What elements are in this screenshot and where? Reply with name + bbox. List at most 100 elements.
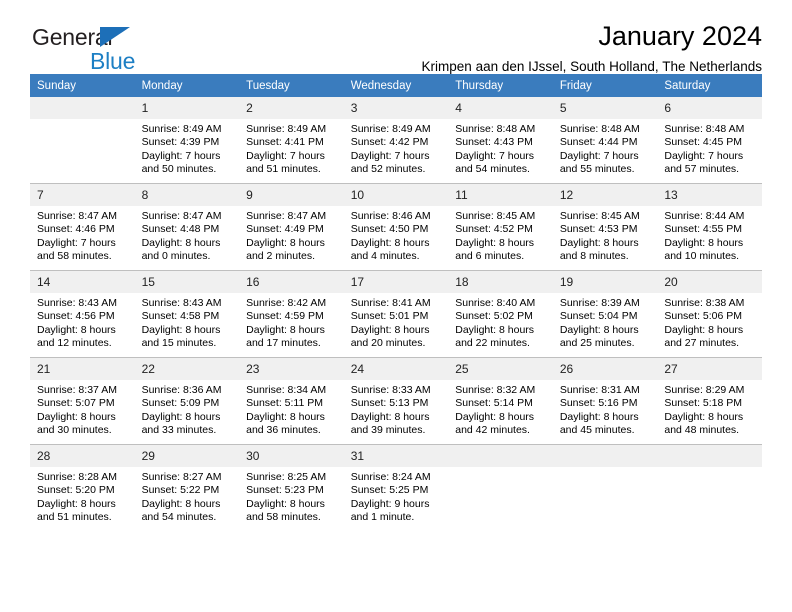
day-number: 7	[30, 184, 135, 206]
day-number	[448, 445, 553, 467]
day-sunset-text: Sunset: 4:39 PM	[141, 136, 220, 149]
page-title: January 2024	[598, 21, 762, 51]
day-daylight2-text: and 6 minutes.	[455, 250, 525, 263]
calendar-day-cell-empty	[30, 97, 135, 184]
day-daylight1-text: Daylight: 7 hours	[559, 149, 639, 162]
day-number: 5	[552, 97, 658, 119]
day-sun-info: Sunrise: 8:48 AM Sunset: 4:44 PM Daylight:…	[553, 119, 658, 177]
day-daylight2-text: and 52 minutes.	[350, 163, 426, 176]
calendar-day-cell[interactable]: 14 Sunrise: 8:43 AM Sunset: 4:56 PM Dayligh…	[30, 270, 135, 358]
calendar-day-cell[interactable]: 28 Sunrise: 8:28 AM Sunset: 5:20 PM Dayligh…	[30, 444, 135, 531]
calendar-day-cell[interactable]: 8 Sunrise: 8:47 AM Sunset: 4:48 PM Daylight…	[134, 183, 240, 271]
day-cell-content: 6 Sunrise: 8:48 AM Sunset: 4:45 PM Daylight…	[657, 97, 762, 183]
day-sunset-text: Sunset: 5:20 PM	[37, 484, 115, 497]
day-daylight1-text: Daylight: 8 hours	[455, 410, 535, 423]
day-cell-content: 30 Sunrise: 8:25 AM Sunset: 5:23 PM Dayligh…	[239, 445, 344, 531]
day-number: 29	[134, 445, 240, 467]
day-sunrise-text: Sunrise: 8:28 AM	[37, 471, 117, 483]
day-sunrise-text: Sunrise: 8:39 AM	[559, 297, 640, 309]
calendar-day-cell[interactable]: 25 Sunrise: 8:32 AM Sunset: 5:14 PM Dayligh…	[448, 357, 553, 445]
day-daylight1-text: Daylight: 8 hours	[246, 497, 325, 510]
day-daylight1-text: Daylight: 8 hours	[350, 323, 430, 336]
day-sun-info: Sunrise: 8:28 AM Sunset: 5:20 PM Daylight:…	[30, 467, 135, 525]
calendar-day-cell[interactable]: 31 Sunrise: 8:24 AM Sunset: 5:25 PM Dayligh…	[343, 444, 449, 531]
calendar-day-cell[interactable]: 26 Sunrise: 8:31 AM Sunset: 5:16 PM Dayligh…	[552, 357, 658, 445]
day-daylight1-text: Daylight: 8 hours	[559, 236, 639, 249]
calendar-day-cell[interactable]: 15 Sunrise: 8:43 AM Sunset: 4:58 PM Dayligh…	[134, 270, 240, 358]
calendar-day-cell[interactable]: 10 Sunrise: 8:46 AM Sunset: 4:50 PM Dayligh…	[343, 183, 449, 271]
calendar-day-cell[interactable]: 9 Sunrise: 8:47 AM Sunset: 4:49 PM Daylight…	[239, 183, 344, 271]
calendar-day-cell[interactable]: 7 Sunrise: 8:47 AM Sunset: 4:46 PM Daylight…	[30, 183, 135, 271]
calendar-day-cell[interactable]: 21 Sunrise: 8:37 AM Sunset: 5:07 PM Dayligh…	[30, 357, 135, 445]
calendar-day-cell[interactable]: 22 Sunrise: 8:36 AM Sunset: 5:09 PM Dayligh…	[134, 357, 240, 445]
calendar-day-cell[interactable]: 12 Sunrise: 8:45 AM Sunset: 4:53 PM Dayligh…	[552, 183, 658, 271]
day-cell-content: 7 Sunrise: 8:47 AM Sunset: 4:46 PM Daylight…	[30, 184, 135, 270]
day-daylight1-text: Daylight: 7 hours	[246, 149, 325, 162]
calendar-day-cell-empty	[657, 444, 762, 531]
day-number: 15	[134, 271, 240, 293]
calendar-page: General Blue January 2024 Krimpen aan de…	[0, 0, 792, 612]
day-number	[552, 445, 658, 467]
calendar-week-row: 1 Sunrise: 8:49 AM Sunset: 4:39 PM Daylight…	[30, 97, 762, 184]
day-daylight2-text: and 45 minutes.	[559, 424, 635, 437]
day-sunset-text: Sunset: 4:55 PM	[664, 223, 743, 236]
day-number: 10	[343, 184, 449, 206]
calendar-day-cell[interactable]: 20 Sunrise: 8:38 AM Sunset: 5:06 PM Dayligh…	[657, 270, 762, 358]
calendar-day-cell[interactable]: 4 Sunrise: 8:48 AM Sunset: 4:43 PM Daylight…	[448, 97, 553, 184]
calendar-day-cell[interactable]: 30 Sunrise: 8:25 AM Sunset: 5:23 PM Dayligh…	[239, 444, 344, 531]
day-sunrise-text: Sunrise: 8:45 AM	[559, 210, 640, 222]
day-sunrise-text: Sunrise: 8:45 AM	[455, 210, 536, 222]
calendar-day-cell[interactable]: 18 Sunrise: 8:40 AM Sunset: 5:02 PM Dayligh…	[448, 270, 553, 358]
calendar-day-cell[interactable]: 2 Sunrise: 8:49 AM Sunset: 4:41 PM Daylight…	[239, 97, 344, 184]
day-sunset-text: Sunset: 5:01 PM	[350, 310, 429, 323]
general-blue-logo[interactable]: General Blue	[32, 24, 172, 76]
day-number: 18	[448, 271, 553, 293]
calendar-day-cell[interactable]: 19 Sunrise: 8:39 AM Sunset: 5:04 PM Dayligh…	[552, 270, 658, 358]
day-sun-info: Sunrise: 8:29 AM Sunset: 5:18 PM Daylight:…	[657, 380, 762, 438]
calendar-day-cell[interactable]: 3 Sunrise: 8:49 AM Sunset: 4:42 PM Daylight…	[343, 97, 449, 184]
day-daylight1-text: Daylight: 7 hours	[664, 149, 744, 162]
day-sunrise-text: Sunrise: 8:38 AM	[664, 297, 745, 309]
day-sunrise-text: Sunrise: 8:24 AM	[350, 471, 431, 483]
calendar-day-cell[interactable]: 1 Sunrise: 8:49 AM Sunset: 4:39 PM Daylight…	[134, 97, 240, 184]
day-sunrise-text: Sunrise: 8:47 AM	[246, 210, 327, 222]
day-sunrise-text: Sunrise: 8:33 AM	[350, 384, 431, 396]
day-daylight1-text: Daylight: 9 hours	[350, 497, 430, 510]
day-cell-content: 14 Sunrise: 8:43 AM Sunset: 4:56 PM Dayligh…	[30, 271, 135, 357]
day-sun-info: Sunrise: 8:43 AM Sunset: 4:56 PM Daylight:…	[30, 293, 135, 351]
day-sun-info: Sunrise: 8:34 AM Sunset: 5:11 PM Daylight:…	[239, 380, 344, 438]
calendar-day-cell[interactable]: 27 Sunrise: 8:29 AM Sunset: 5:18 PM Dayligh…	[657, 357, 762, 445]
day-daylight1-text: Daylight: 7 hours	[350, 149, 430, 162]
day-sun-info: Sunrise: 8:38 AM Sunset: 5:06 PM Daylight:…	[657, 293, 762, 351]
weekday-header-saturday: Saturday	[657, 74, 762, 97]
day-cell-content: 17 Sunrise: 8:41 AM Sunset: 5:01 PM Dayligh…	[343, 271, 449, 357]
day-daylight2-text: and 10 minutes.	[664, 250, 740, 263]
calendar-day-cell[interactable]: 5 Sunrise: 8:48 AM Sunset: 4:44 PM Daylight…	[552, 97, 658, 184]
calendar-week-row: 7 Sunrise: 8:47 AM Sunset: 4:46 PM Daylight…	[30, 183, 762, 271]
calendar-day-cell[interactable]: 16 Sunrise: 8:42 AM Sunset: 4:59 PM Dayligh…	[239, 270, 344, 358]
day-sunset-text: Sunset: 4:42 PM	[350, 136, 429, 149]
day-daylight1-text: Daylight: 8 hours	[246, 236, 325, 249]
day-cell-content: 26 Sunrise: 8:31 AM Sunset: 5:16 PM Dayligh…	[552, 358, 658, 444]
calendar-day-cell[interactable]: 24 Sunrise: 8:33 AM Sunset: 5:13 PM Dayligh…	[343, 357, 449, 445]
day-sunset-text: Sunset: 5:11 PM	[246, 397, 323, 410]
page-subtitle: Krimpen aan den IJssel, South Holland, T…	[421, 59, 762, 74]
calendar-header-row: Sunday Monday Tuesday Wednesday Thursday Frid…	[30, 74, 762, 97]
calendar-day-cell[interactable]: 29 Sunrise: 8:27 AM Sunset: 5:22 PM Dayligh…	[134, 444, 240, 531]
calendar-day-cell[interactable]: 13 Sunrise: 8:44 AM Sunset: 4:55 PM Dayligh…	[657, 183, 762, 271]
calendar-day-cell[interactable]: 11 Sunrise: 8:45 AM Sunset: 4:52 PM Dayligh…	[448, 183, 553, 271]
calendar-day-cell[interactable]: 17 Sunrise: 8:41 AM Sunset: 5:01 PM Dayligh…	[343, 270, 449, 358]
day-sun-info: Sunrise: 8:31 AM Sunset: 5:16 PM Daylight:…	[553, 380, 658, 438]
day-sun-info: Sunrise: 8:46 AM Sunset: 4:50 PM Daylight:…	[344, 206, 449, 264]
day-sunset-text: Sunset: 4:46 PM	[37, 223, 115, 236]
day-number: 30	[239, 445, 344, 467]
day-sunrise-text: Sunrise: 8:43 AM	[37, 297, 117, 309]
calendar-day-cell[interactable]: 6 Sunrise: 8:48 AM Sunset: 4:45 PM Daylight…	[657, 97, 762, 184]
day-daylight1-text: Daylight: 8 hours	[141, 236, 221, 249]
day-daylight1-text: Daylight: 8 hours	[246, 323, 325, 336]
day-sun-info: Sunrise: 8:24 AM Sunset: 5:25 PM Daylight:…	[344, 467, 449, 525]
calendar-day-cell[interactable]: 23 Sunrise: 8:34 AM Sunset: 5:11 PM Dayligh…	[239, 357, 344, 445]
day-number: 13	[657, 184, 762, 206]
day-number: 24	[343, 358, 449, 380]
day-sunrise-text: Sunrise: 8:27 AM	[141, 471, 222, 483]
